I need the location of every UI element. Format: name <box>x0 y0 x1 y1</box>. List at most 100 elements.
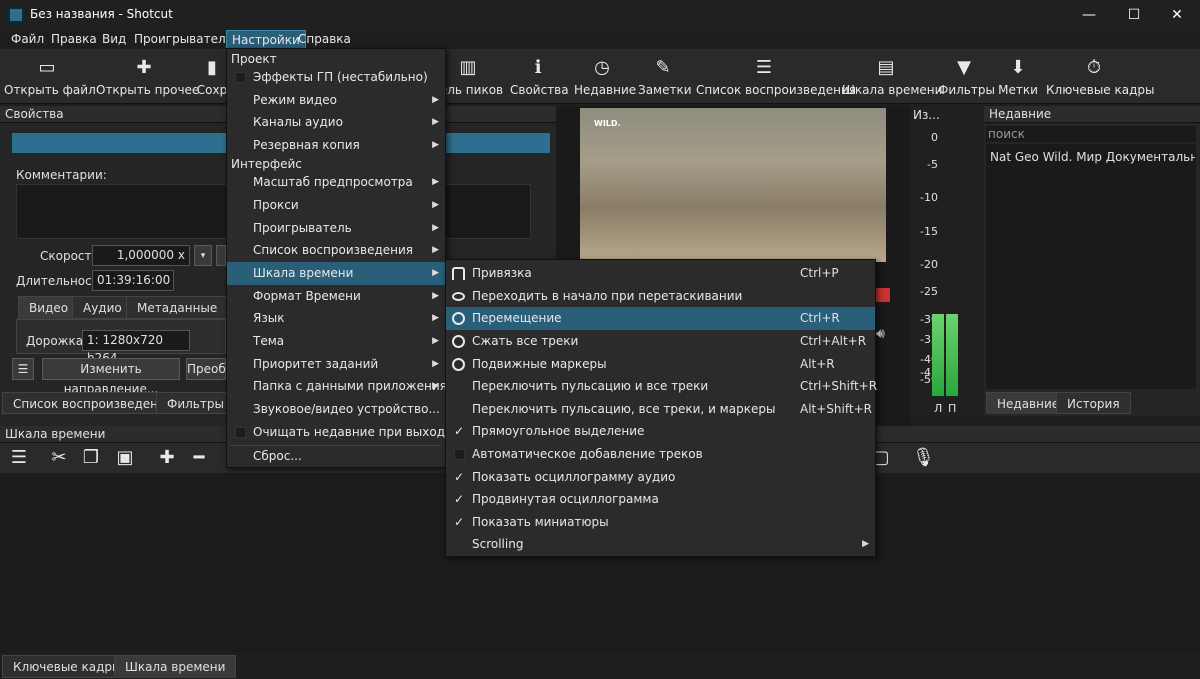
app-icon <box>8 7 24 23</box>
menu-language[interactable]: Язык ▶ <box>227 307 445 330</box>
speed-field[interactable]: 1,000000 x <box>92 245 190 266</box>
keyframes-button[interactable]: ⏱ Ключевые кадры <box>1046 49 1155 104</box>
markers-button[interactable]: ⬇ Метки <box>998 49 1038 104</box>
check-icon: ✓ <box>454 515 465 529</box>
speed-extra-button[interactable] <box>216 245 226 266</box>
tab-video[interactable]: Видео <box>18 296 80 319</box>
timeline-button[interactable]: ▤ Шкала времени <box>842 49 942 104</box>
menu-player[interactable]: Проигрыватель <box>129 30 238 49</box>
submenu-arrow-icon: ▶ <box>432 140 439 150</box>
cut-icon[interactable]: ✂ <box>48 447 70 469</box>
menu-app-data-folder[interactable]: Папка с данными приложения ▶ <box>227 375 447 398</box>
magnet-icon <box>452 267 465 280</box>
menu-preview-scale[interactable]: Масштаб предпросмотра ▶ <box>227 171 445 194</box>
open-file-button[interactable]: ▭ Открыть файл <box>4 49 96 104</box>
audio-meter-title: Из... <box>913 108 940 122</box>
close-button[interactable]: ✕ <box>1154 0 1200 30</box>
menu-clear-recent[interactable]: Очищать недавние при выходе <box>227 421 452 444</box>
menu-reset[interactable]: Сброс... <box>227 445 445 468</box>
recent-button[interactable]: ◷ Недавние <box>574 49 636 104</box>
menu-proxy[interactable]: Прокси ▶ <box>227 194 445 217</box>
meter-tick: -5 <box>927 158 938 171</box>
properties-button[interactable]: ℹ Свойства <box>510 49 569 104</box>
menu-theme[interactable]: Тема ▶ <box>227 330 445 353</box>
playlist-button[interactable]: ☰ Список воспроизведения <box>696 49 856 104</box>
save-button[interactable]: ▮ Сохр <box>196 49 228 104</box>
menu-edit[interactable]: Правка <box>46 30 102 49</box>
menu-toggle-ripple-all-markers[interactable]: Переключить пульсацию, все треки, и марк… <box>446 398 875 421</box>
volume-icon[interactable]: 🔊︎ <box>876 326 885 342</box>
meter-tick: -10 <box>920 191 938 204</box>
append-icon[interactable]: ✚ <box>156 447 178 469</box>
menu-ripple-markers[interactable]: Подвижные маркеры Alt+R <box>446 353 875 376</box>
menu-timeline[interactable]: Шкала времени ▶ <box>227 262 445 285</box>
submenu-arrow-icon: ▶ <box>432 291 439 301</box>
tab-filters[interactable]: Фильтры <box>156 392 235 414</box>
duration-field[interactable]: 01:39:16:00 <box>92 270 174 291</box>
save-icon: ▮ <box>207 57 217 78</box>
track-select[interactable]: 1: 1280x720 h264 <box>82 330 190 365</box>
filters-button[interactable]: ▼ Фильтры <box>938 49 995 104</box>
in-point-marker[interactable] <box>876 288 890 302</box>
submenu-arrow-icon: ▶ <box>432 223 439 233</box>
record-audio-icon[interactable]: 🎙︎ <box>912 447 935 469</box>
menu-toggle-ripple-all[interactable]: Переключить пульсацию и все треки Ctrl+Sh… <box>446 375 877 398</box>
filter-icon: ▼ <box>957 57 971 78</box>
folder-icon: ▭ <box>38 57 56 78</box>
ripple-all-icon <box>452 335 465 348</box>
paste-icon[interactable]: ▣ <box>114 447 136 469</box>
menu-audio-channels[interactable]: Каналы аудио ▶ <box>227 111 445 134</box>
tab-timeline[interactable]: Шкала времени <box>114 655 237 678</box>
speed-dropdown-button[interactable]: ▾ <box>194 245 212 266</box>
recent-search-input[interactable]: поиск <box>986 126 1196 142</box>
submenu-arrow-icon: ▶ <box>432 381 439 391</box>
notes-button[interactable]: ✎ Заметки <box>638 49 692 104</box>
menu-help[interactable]: Справка <box>293 30 356 49</box>
menu-player[interactable]: Проигрыватель ▶ <box>227 217 445 240</box>
video-preview[interactable] <box>580 108 886 262</box>
timeline-menu-icon[interactable]: ☰ <box>8 447 30 469</box>
menu-file[interactable]: Файл <box>6 30 49 49</box>
menu-scrub-drag[interactable]: Переходить в начало при перетаскивании <box>446 285 875 308</box>
recent-panel-title: Недавние <box>984 106 1200 123</box>
check-icon: ✓ <box>454 492 465 506</box>
main-toolbar: ▭ Открыть файл ✚ Открыть прочее ▮ Сохр ▥ тел… <box>0 49 1200 104</box>
convert-button[interactable]: Преобр <box>186 358 226 380</box>
submenu-arrow-icon: ▶ <box>432 95 439 105</box>
menu-job-priority[interactable]: Приоритет заданий ▶ <box>227 353 445 376</box>
menu-audio-video-device[interactable]: Звуковое/видео устройство... <box>227 398 445 421</box>
menu-auto-add-tracks[interactable]: Автоматическое добавление треков <box>446 443 875 466</box>
marker-icon: ⬇ <box>1010 57 1026 78</box>
menu-rectangle-select[interactable]: ✓ Прямоугольное выделение <box>446 420 875 443</box>
tab-metadata[interactable]: Метаданные <box>126 296 229 319</box>
minimize-button[interactable]: — <box>1066 0 1112 30</box>
menu-snap[interactable]: Привязка Ctrl+P <box>446 262 875 285</box>
maximize-button[interactable]: ☐ <box>1111 0 1157 30</box>
menu-time-format[interactable]: Формат Времени ▶ <box>227 285 445 308</box>
copy-icon[interactable]: ❐ <box>80 447 102 469</box>
tab-audio[interactable]: Аудио <box>72 296 133 319</box>
tab-keyframes[interactable]: Ключевые кадры <box>2 655 133 678</box>
remove-icon[interactable]: ━ <box>188 447 210 469</box>
checkbox-icon <box>454 449 465 460</box>
notes-icon: ✎ <box>655 57 671 78</box>
menu-backup[interactable]: Резервная копия ▶ <box>227 134 445 157</box>
open-other-button[interactable]: ✚ Открыть прочее <box>96 49 199 104</box>
recent-list-item[interactable]: Nat Geo Wild. Мир Документальных ... <box>990 150 1195 164</box>
menu-playlist[interactable]: Список воспроизведения ▶ <box>227 239 445 262</box>
menu-view[interactable]: Вид <box>97 30 131 49</box>
meter-bar-left <box>932 314 944 396</box>
properties-menu-button[interactable]: ☰ <box>12 358 34 380</box>
menu-video-mode[interactable]: Режим видео ▶ <box>227 89 445 112</box>
menu-ripple-all[interactable]: Сжать все треки Ctrl+Alt+R <box>446 330 875 353</box>
menu-gpu-effects[interactable]: Эффекты ГП (нестабильно) <box>227 66 445 89</box>
menu-bar: Файл Правка Вид Проигрыватель Настройки … <box>0 30 1200 49</box>
video-logo: WILD. <box>594 119 621 128</box>
menu-show-thumbnails[interactable]: ✓ Показать миниатюры <box>446 511 875 534</box>
tab-history[interactable]: История <box>1056 392 1131 414</box>
menu-ripple[interactable]: Перемещение Ctrl+R <box>446 307 875 330</box>
menu-scrolling[interactable]: Scrolling ▶ <box>446 533 875 556</box>
menu-advanced-waveform[interactable]: ✓ Продвинутая осциллограмма <box>446 488 875 511</box>
menu-show-waveform[interactable]: ✓ Показать осциллограмму аудио <box>446 466 875 489</box>
reverse-button[interactable]: Изменить направление... <box>42 358 180 396</box>
